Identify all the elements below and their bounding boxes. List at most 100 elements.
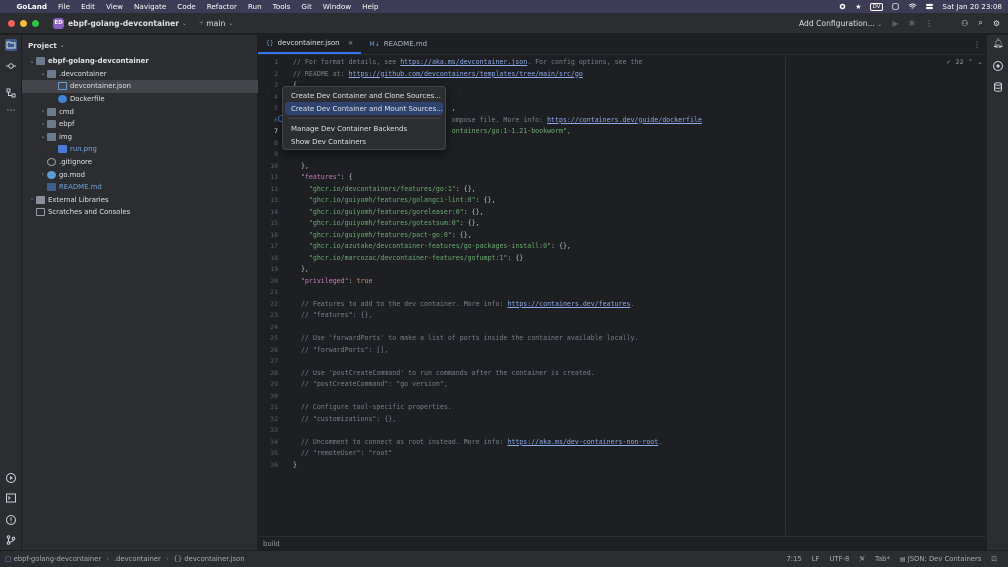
- record-icon[interactable]: [838, 3, 847, 10]
- tree-item[interactable]: › ebpf: [22, 118, 258, 131]
- code-line[interactable]: // For format details, see https://aka.m…: [293, 57, 642, 69]
- menu-run[interactable]: Run: [242, 2, 267, 11]
- chevron-right-icon[interactable]: ›: [39, 108, 47, 115]
- code-line[interactable]: // Configure tool-specific properties.: [293, 402, 452, 414]
- menu-help[interactable]: Help: [357, 2, 384, 11]
- code-line[interactable]: // Features to add to the dev container.…: [293, 299, 635, 311]
- ai-assistant-icon[interactable]: [992, 60, 1004, 72]
- git-tool-icon[interactable]: [5, 534, 17, 546]
- menu-code[interactable]: Code: [172, 2, 201, 11]
- more-tools-icon[interactable]: ⋯: [5, 106, 17, 118]
- code-line[interactable]: "ghcr.io/guiyomh/features/golangci-lint:…: [293, 195, 496, 207]
- menu-navigate[interactable]: Navigate: [129, 2, 172, 11]
- code-line[interactable]: "ghcr.io/guiyomh/features/gotestsum:0": …: [293, 218, 480, 230]
- code-line[interactable]: "ghcr.io/devcontainers/features/go:1": {…: [293, 184, 476, 196]
- code-line[interactable]: // "remoteUser": "root": [293, 448, 392, 460]
- gear-status-icon[interactable]: [891, 3, 900, 10]
- code-line[interactable]: "ghcr.io/marcozac/devcontainer-features/…: [293, 253, 523, 265]
- menu-git[interactable]: Git: [296, 2, 317, 11]
- chevron-right-icon[interactable]: ›: [28, 196, 36, 203]
- control-center-icon[interactable]: [925, 3, 934, 10]
- terminal-tool-icon[interactable]: [5, 492, 17, 504]
- code-token[interactable]: https://containers.dev/guide/dockerfile: [547, 116, 702, 124]
- tree-item[interactable]: ⌄ img: [22, 131, 258, 144]
- tab-readme-md[interactable]: M↓ README.md: [361, 34, 435, 54]
- tree-item[interactable]: › External Libraries: [22, 194, 258, 207]
- tree-item[interactable]: Scratches and Consoles: [22, 206, 258, 219]
- menu-refactor[interactable]: Refactor: [201, 2, 242, 11]
- code-token[interactable]: https://aka.ms/dev-containers-non-root: [507, 438, 658, 446]
- status-path-file[interactable]: {} devcontainer.json: [169, 555, 250, 563]
- code-line[interactable]: // README at: https://github.com/devcont…: [293, 69, 583, 81]
- dv-badge[interactable]: DV: [869, 2, 884, 11]
- code-line[interactable]: // "postCreateCommand": "go version",: [293, 379, 448, 391]
- problems-tool-icon[interactable]: [5, 514, 17, 526]
- tree-item[interactable]: .gitignore: [22, 156, 258, 169]
- show-dev-containers-item[interactable]: Show Dev Containers: [285, 136, 443, 149]
- tree-item[interactable]: ⌄ ebpf-golang-devcontainer: [22, 55, 258, 68]
- chevron-right-icon[interactable]: ›: [39, 121, 47, 128]
- settings-icon[interactable]: ⚙: [993, 19, 1000, 28]
- code-line[interactable]: "features": {: [293, 172, 353, 184]
- code-line[interactable]: // Uncomment to connect as root instead.…: [293, 437, 662, 449]
- tree-item[interactable]: README.md: [22, 181, 258, 194]
- minimize-window-button[interactable]: [20, 19, 27, 27]
- chevron-down-icon[interactable]: ⌄: [39, 70, 47, 77]
- commit-tool-icon[interactable]: [5, 60, 17, 72]
- tree-item[interactable]: Dockerfile: [22, 93, 258, 106]
- star-icon[interactable]: ★: [855, 3, 861, 11]
- file-encoding[interactable]: UTF-8: [824, 555, 854, 563]
- project-tool-icon[interactable]: [5, 39, 17, 51]
- chevron-down-icon[interactable]: ⌄: [39, 133, 47, 140]
- tree-item[interactable]: run.png: [22, 143, 258, 156]
- indent-setting[interactable]: Tab*: [870, 555, 895, 563]
- debug-icon[interactable]: ✱: [908, 19, 915, 28]
- branch-widget[interactable]: ⑂ main ⌄: [199, 19, 233, 28]
- notifications-icon[interactable]: 🔔︎: [992, 39, 1004, 51]
- services-tool-icon[interactable]: [5, 472, 17, 484]
- code-token[interactable]: https://github.com/devcontainers/templat…: [349, 70, 583, 78]
- menu-file[interactable]: File: [53, 2, 76, 11]
- code-line[interactable]: "ghcr.io/azutake/devcontainer-features/g…: [293, 241, 571, 253]
- tab-options-icon[interactable]: ⋮: [973, 40, 981, 49]
- menu-window[interactable]: Window: [317, 2, 356, 11]
- code-line[interactable]: // Use 'postCreateCommand' to run comman…: [293, 368, 595, 380]
- chevron-down-icon[interactable]: ⌄: [28, 58, 36, 65]
- run-icon[interactable]: ▶: [892, 19, 898, 28]
- create-clone-sources-item[interactable]: Create Dev Container and Clone Sources..…: [285, 89, 443, 102]
- no-edit-icon[interactable]: ✎̸: [854, 555, 870, 563]
- code-line[interactable]: }: [293, 460, 297, 472]
- close-tab-icon[interactable]: ×: [348, 39, 354, 47]
- status-path-folder[interactable]: .devcontainer: [109, 555, 166, 563]
- line-separator[interactable]: LF: [807, 555, 825, 563]
- tree-item[interactable]: › cmd: [22, 105, 258, 118]
- code-line[interactable]: // "features": {},: [293, 310, 372, 322]
- code-line[interactable]: // Use 'forwardPorts' to make a list of …: [293, 333, 638, 345]
- code-token[interactable]: https://containers.dev/features: [507, 300, 630, 308]
- json-schema[interactable]: ▤ JSON: Dev Containers: [895, 555, 986, 563]
- app-menu[interactable]: GoLand: [11, 2, 53, 11]
- tree-item[interactable]: devcontainer.json: [22, 80, 258, 93]
- tree-item[interactable]: › go.mod: [22, 168, 258, 181]
- code-line[interactable]: // "customizations": {},: [293, 414, 396, 426]
- menu-view[interactable]: View: [100, 2, 128, 11]
- wifi-icon[interactable]: [908, 3, 917, 10]
- chevron-right-icon[interactable]: ›: [39, 171, 47, 178]
- close-window-button[interactable]: [8, 19, 15, 27]
- database-icon[interactable]: [992, 81, 1004, 93]
- tab-devcontainer-json[interactable]: {} devcontainer.json ×: [258, 34, 362, 54]
- code-line[interactable]: },: [293, 264, 309, 276]
- project-switcher[interactable]: ED ebpf-golang-devcontainer ⌄: [53, 17, 187, 29]
- project-panel-header[interactable]: Project ⌄: [22, 35, 257, 55]
- create-mount-sources-item[interactable]: Create Dev Container and Mount Sources..…: [285, 102, 443, 116]
- breadcrumb-item[interactable]: build: [263, 540, 280, 548]
- tree-item[interactable]: ⌄ .devcontainer: [22, 68, 258, 81]
- manage-backends-item[interactable]: Manage Dev Container Backends: [285, 122, 443, 135]
- run-config-selector[interactable]: Add Configuration... ⌄: [799, 19, 882, 28]
- code-token[interactable]: https://aka.ms/devcontainer.json: [400, 58, 527, 66]
- code-line[interactable]: },: [293, 161, 309, 173]
- code-line[interactable]: // "forwardPorts": [],: [293, 345, 388, 357]
- caret-position[interactable]: 7:15: [781, 555, 806, 563]
- status-path-project[interactable]: ▢ ebpf-golang-devcontainer: [0, 555, 106, 563]
- add-user-icon[interactable]: ⚇: [961, 19, 968, 28]
